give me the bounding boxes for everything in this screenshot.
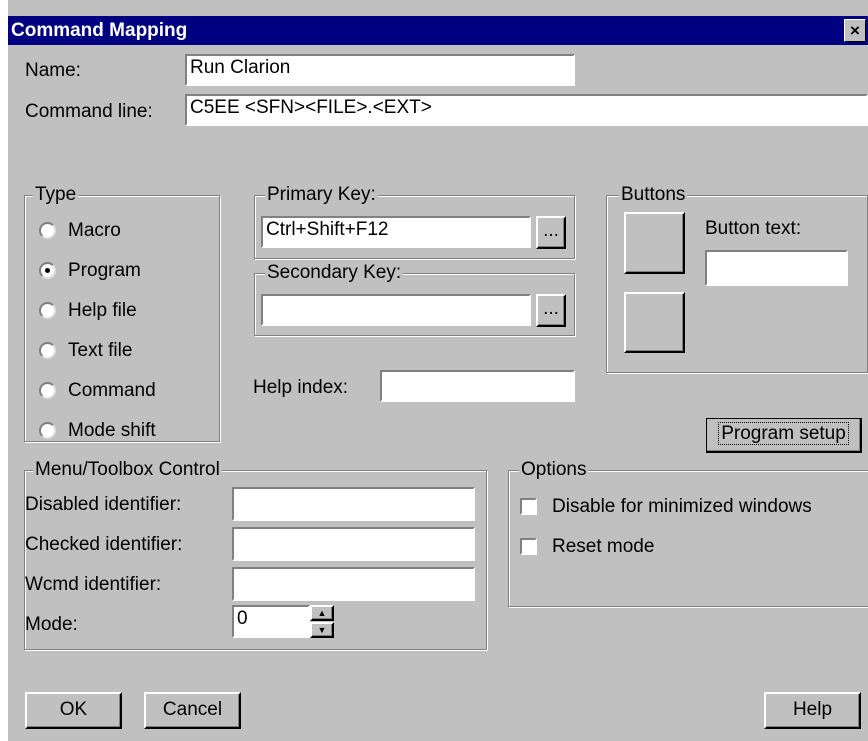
wcmd-identifier-field[interactable]	[232, 567, 475, 601]
reset-mode-label: Reset mode	[552, 536, 655, 557]
ok-button[interactable]: OK	[25, 692, 122, 729]
arrow-down-icon: ▼	[317, 625, 327, 635]
primary-key-legend: Primary Key:	[265, 184, 378, 206]
type-radio-command[interactable]	[39, 382, 56, 399]
toolbar-button-1[interactable]	[624, 212, 685, 274]
mode-stepper[interactable]: ▲ ▼	[310, 605, 334, 638]
buttons-group-legend: Buttons	[619, 184, 688, 206]
type-option-label: Command	[68, 380, 156, 401]
command-line-field[interactable]: C5EE <SFN><FILE>.<EXT>	[185, 94, 868, 126]
cancel-button[interactable]: Cancel	[144, 692, 241, 729]
program-setup-label: Program setup	[718, 422, 849, 445]
name-field[interactable]: Run Clarion	[185, 54, 575, 86]
menu-toolbox-legend: Menu/Toolbox Control	[33, 459, 222, 481]
close-icon: ×	[850, 21, 860, 40]
close-button[interactable]: ×	[844, 19, 866, 42]
disable-minimized-checkbox[interactable]	[520, 498, 537, 515]
checked-identifier-field[interactable]	[232, 527, 475, 561]
disable-minimized-label: Disable for minimized windows	[552, 496, 812, 517]
primary-key-browse-button[interactable]: ...	[536, 216, 566, 249]
disabled-identifier-field[interactable]	[232, 487, 475, 521]
type-radio-help-file[interactable]	[39, 302, 56, 319]
help-index-label: Help index:	[253, 377, 349, 398]
type-radio-mode-shift[interactable]	[39, 422, 56, 439]
secondary-key-legend: Secondary Key:	[265, 262, 404, 284]
help-button[interactable]: Help	[764, 692, 861, 729]
help-index-field[interactable]	[380, 370, 575, 402]
type-option-label: Text file	[68, 340, 133, 361]
type-radio-text-file[interactable]	[39, 342, 56, 359]
disabled-identifier-label: Disabled identifier:	[25, 494, 182, 515]
mode-stepper-down[interactable]: ▼	[310, 622, 334, 638]
mode-stepper-up[interactable]: ▲	[310, 605, 334, 621]
arrow-up-icon: ▲	[317, 608, 327, 618]
type-radio-macro[interactable]	[39, 222, 56, 239]
type-option-label: Help file	[68, 300, 137, 321]
type-radio-program[interactable]	[39, 262, 56, 279]
secondary-key-browse-button[interactable]: ...	[536, 294, 566, 327]
mode-label: Mode:	[25, 614, 78, 635]
window-title: Command Mapping	[11, 20, 188, 41]
options-legend: Options	[519, 459, 589, 481]
type-option-label: Macro	[68, 220, 121, 241]
primary-key-field[interactable]: Ctrl+Shift+F12	[261, 216, 531, 248]
command-mapping-dialog: Command Mapping × Name: Run Clarion Comm…	[8, 0, 868, 741]
type-option-label: Program	[68, 260, 141, 281]
reset-mode-checkbox[interactable]	[520, 538, 537, 555]
radio-selected-dot	[45, 268, 50, 273]
toolbar-button-2[interactable]	[624, 292, 685, 353]
button-text-field[interactable]	[705, 250, 848, 286]
wcmd-identifier-label: Wcmd identifier:	[25, 574, 162, 595]
checked-identifier-label: Checked identifier:	[25, 534, 183, 555]
button-text-label: Button text:	[705, 218, 802, 239]
title-bar: Command Mapping ×	[8, 16, 868, 45]
mode-field[interactable]: 0	[232, 605, 310, 638]
program-setup-button[interactable]: Program setup	[706, 418, 862, 453]
type-group-legend: Type	[33, 184, 79, 206]
type-option-label: Mode shift	[68, 420, 156, 441]
name-label: Name:	[25, 60, 81, 81]
command-line-label: Command line:	[25, 101, 153, 122]
secondary-key-field[interactable]	[261, 294, 531, 326]
